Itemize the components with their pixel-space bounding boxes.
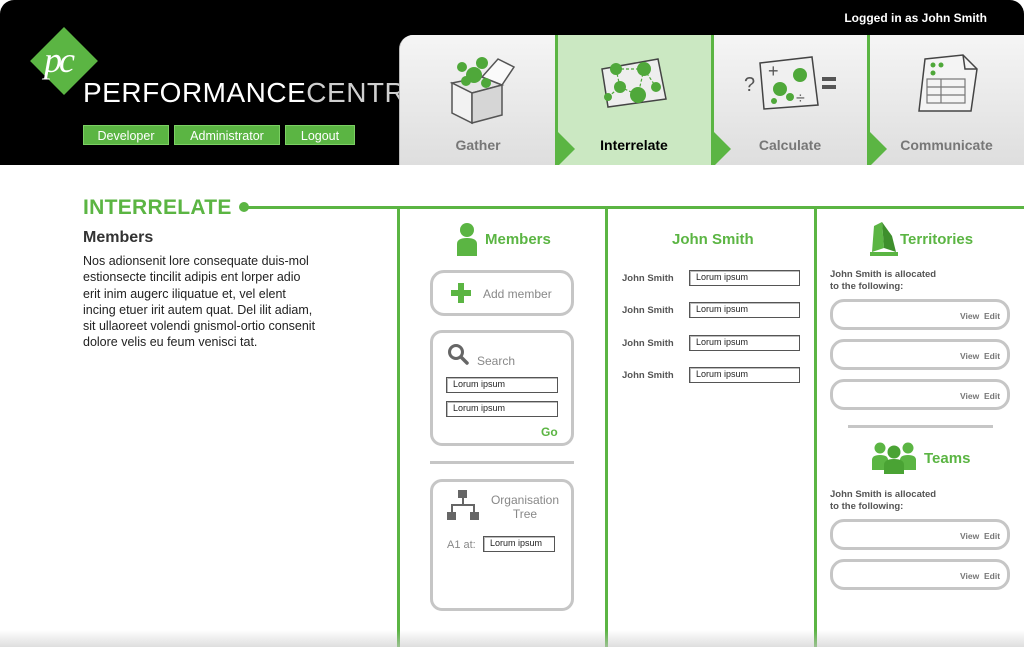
tab-interrelate[interactable]: Interrelate (556, 35, 712, 165)
edit-link[interactable]: Edit (984, 311, 1000, 321)
svg-text:?: ? (744, 74, 755, 96)
logout-button[interactable]: Logout (285, 125, 355, 145)
territories-allocated-line2: to the following: (830, 281, 904, 292)
tab-communicate-label: Communicate (900, 137, 993, 153)
territories-allocated-text: John Smith is allocated to the following: (830, 269, 936, 293)
members-description: Nos adionsenit lore consequate duis-mol … (83, 254, 316, 350)
view-link[interactable]: View (960, 571, 979, 581)
org-tree-label: Organisation Tree (485, 493, 565, 521)
view-link[interactable]: View (960, 391, 979, 401)
team-item: View Edit (830, 559, 1010, 590)
search-input-2[interactable]: Lorum ipsum (446, 401, 558, 417)
search-input-1[interactable]: Lorum ipsum (446, 377, 558, 393)
column-divider (605, 206, 608, 647)
tab-gather-label: Gather (455, 137, 501, 153)
team-item: View Edit (830, 519, 1010, 550)
row-input[interactable]: Lorum ipsum (689, 302, 800, 318)
tab-interrelate-label: Interrelate (600, 137, 668, 153)
org-tree-label-line2: Tree (512, 507, 538, 521)
row-input[interactable]: Lorum ipsum (689, 367, 800, 383)
brand-name: PERFORMANCECENTRE (83, 77, 424, 109)
network-icon (596, 53, 672, 118)
edit-link[interactable]: Edit (984, 391, 1000, 401)
administrator-button[interactable]: Administrator (174, 125, 280, 145)
members-column-heading: Members (485, 231, 551, 248)
members-divider (430, 461, 574, 464)
add-member-label: Add member (483, 287, 552, 301)
column-divider (814, 206, 817, 647)
header: Logged in as John Smith pc PERFORMANCECE… (0, 0, 1024, 165)
row-label: John Smith (622, 338, 674, 349)
view-link[interactable]: View (960, 351, 979, 361)
row-label: John Smith (622, 370, 674, 381)
territories-allocated-line1: John Smith is allocated (830, 269, 937, 280)
tab-arrow-marker (870, 132, 887, 165)
tab-bar: Gather Interrelate ? + ÷ Calculate Commu… (399, 35, 1024, 165)
tab-calculate[interactable]: ? + ÷ Calculate (712, 35, 868, 165)
org-tree-label-line1: Organisation (490, 493, 560, 507)
teams-allocated-line2: to the following: (830, 501, 904, 512)
members-heading: Members (83, 229, 154, 246)
add-member-button[interactable]: Add member (430, 270, 574, 316)
search-label: Search (477, 354, 516, 368)
title-rule (244, 206, 1024, 209)
calculator-icon: ? + ÷ (740, 53, 840, 118)
edit-link[interactable]: Edit (984, 571, 1000, 581)
teams-heading: Teams (924, 450, 971, 467)
box-icon (438, 53, 518, 130)
territories-divider (848, 425, 993, 428)
svg-text:+: + (768, 61, 779, 81)
svg-text:÷: ÷ (796, 90, 805, 107)
a1-label: A1 at: (447, 539, 476, 551)
plus-icon (451, 283, 471, 308)
member-icon (455, 222, 479, 261)
row-label: John Smith (622, 273, 674, 284)
organisation-tree-panel: Organisation Tree A1 at: Lorum ipsum (430, 479, 574, 611)
search-icon (447, 343, 469, 370)
territory-item: View Edit (830, 379, 1010, 410)
document-icon (911, 53, 983, 120)
title-dot (239, 202, 249, 212)
territory-item: View Edit (830, 299, 1010, 330)
territories-heading: Territories (900, 231, 974, 248)
a1-input[interactable]: Lorum ipsum (483, 536, 555, 552)
tab-calculate-label: Calculate (758, 137, 822, 153)
team-icon (871, 440, 917, 479)
row-label: John Smith (622, 305, 674, 316)
territory-item: View Edit (830, 339, 1010, 370)
app-window: Logged in as John Smith pc PERFORMANCECE… (0, 0, 1024, 647)
row-input[interactable]: Lorum ipsum (689, 270, 800, 286)
edit-link[interactable]: Edit (984, 351, 1000, 361)
edit-link[interactable]: Edit (984, 531, 1000, 541)
page-title: INTERRELATE (83, 196, 232, 219)
logo-letters: pc (44, 40, 75, 80)
tab-arrow-marker (714, 132, 731, 165)
teams-allocated-text: John Smith is allocated to the following: (830, 489, 936, 513)
territory-icon (870, 222, 898, 261)
tab-arrow-marker (558, 132, 575, 165)
search-go-button[interactable]: Go (541, 425, 558, 439)
org-tree-icon (447, 490, 479, 527)
tab-gather[interactable]: Gather (400, 35, 556, 165)
john-smith-heading: John Smith (672, 231, 754, 248)
column-divider (397, 206, 400, 647)
brand-part-1: PERFORMANCE (83, 77, 307, 108)
view-link[interactable]: View (960, 531, 979, 541)
row-input[interactable]: Lorum ipsum (689, 335, 800, 351)
developer-button[interactable]: Developer (83, 125, 169, 145)
view-link[interactable]: View (960, 311, 979, 321)
teams-allocated-line1: John Smith is allocated (830, 489, 937, 500)
tab-communicate[interactable]: Communicate (868, 35, 1024, 165)
logged-in-status: Logged in as John Smith (844, 11, 987, 25)
bottom-shadow (0, 630, 1024, 647)
search-panel: Search Lorum ipsum Lorum ipsum Go (430, 330, 574, 446)
